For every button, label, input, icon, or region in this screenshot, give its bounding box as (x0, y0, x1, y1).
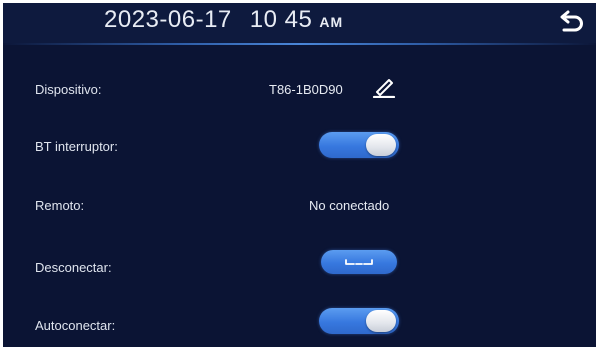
settings-screen: 2023-06-17 10 45 AM Dispositivo: T86-1B0… (3, 3, 596, 347)
bt-switch-toggle[interactable] (319, 132, 399, 158)
pencil-icon (372, 79, 396, 99)
autoconnect-label: Autoconectar: (35, 318, 116, 333)
bt-switch-label: BT interruptor: (35, 139, 118, 154)
device-name: T86-1B0D90 (269, 82, 343, 97)
top-bar: 2023-06-17 10 45 AM (3, 3, 596, 43)
top-bar-divider (3, 43, 596, 45)
toggle-knob (366, 310, 396, 332)
back-arrow-icon (560, 10, 583, 32)
clock-time: 10 45 (249, 6, 313, 33)
back-button[interactable] (556, 9, 586, 37)
disconnect-icon (345, 259, 373, 265)
toggle-knob (366, 134, 396, 156)
disconnect-button[interactable] (321, 250, 397, 274)
remote-status: No conectado (309, 198, 390, 213)
remote-label: Remoto: (35, 198, 85, 213)
device-label: Dispositivo: (35, 82, 102, 97)
edit-device-button[interactable] (372, 74, 396, 99)
autoconnect-toggle[interactable] (319, 308, 399, 334)
disconnect-label: Desconectar: (35, 260, 112, 275)
clock-ampm: AM (319, 14, 344, 30)
clock: 2023-06-17 10 45 AM (104, 6, 343, 40)
clock-date: 2023-06-17 (104, 6, 232, 33)
